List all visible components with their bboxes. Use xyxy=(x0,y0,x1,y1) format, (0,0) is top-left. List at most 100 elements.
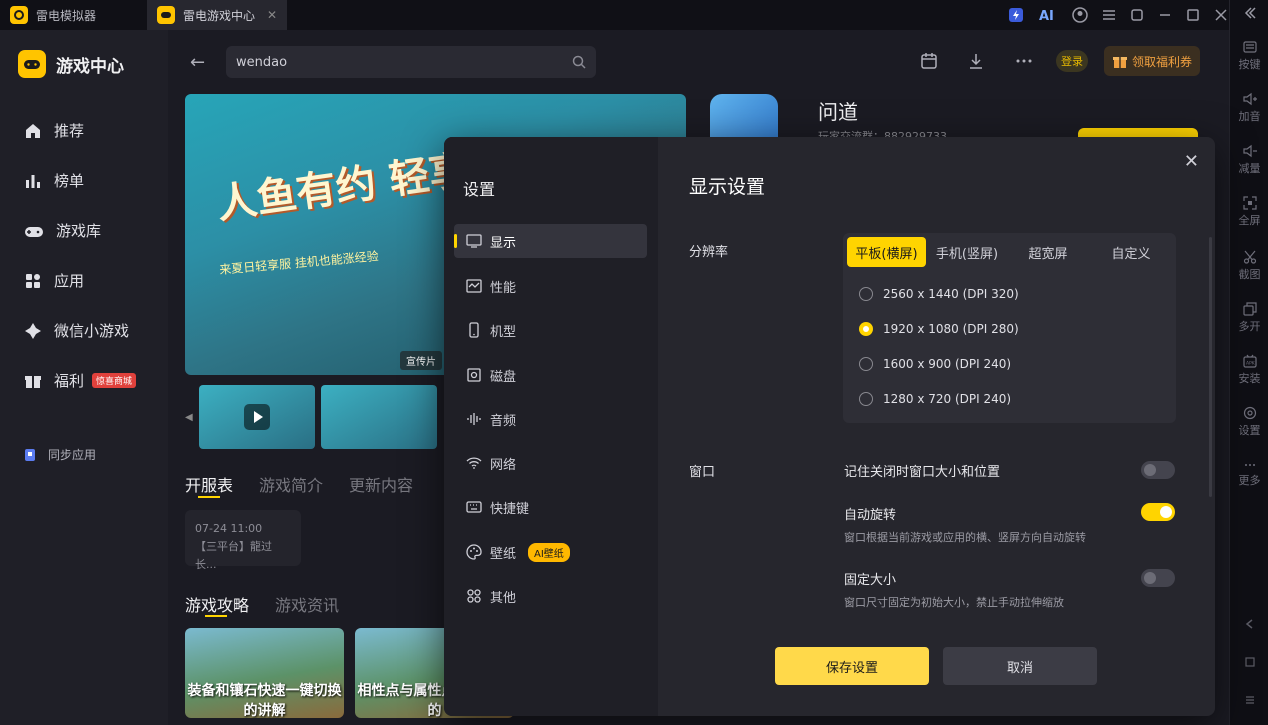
settings-menu-item-8[interactable]: 其他 xyxy=(454,579,647,613)
search-input[interactable]: wendao xyxy=(226,46,596,78)
resolution-option-0[interactable]: 2560 x 1440 (DPI 320) xyxy=(859,287,1019,301)
resolution-label: 分辨率 xyxy=(689,245,729,260)
settings-menu-item-6[interactable]: 快捷键 xyxy=(454,490,647,524)
option-remember-window: 记住关闭时窗口大小和位置 xyxy=(844,465,1001,480)
chart-icon xyxy=(24,172,42,190)
settings-menu-label: 音频 xyxy=(490,413,517,429)
sidebar-item-label: 微信小游戏 xyxy=(54,322,130,340)
cancel-button[interactable]: 取消 xyxy=(943,647,1097,685)
right-tool-8[interactable]: 更多 xyxy=(1230,460,1268,488)
tab-updates[interactable]: 更新内容 xyxy=(349,472,413,496)
collapse-icon[interactable] xyxy=(1230,6,1268,22)
settings-menu-item-5[interactable]: 网络 xyxy=(454,446,647,480)
tab-server-list[interactable]: 开服表 xyxy=(185,472,233,496)
right-tool-label: 多开 xyxy=(1238,320,1261,333)
radio-unselected-icon[interactable] xyxy=(859,357,873,371)
tab-emulator[interactable]: 雷电模拟器 xyxy=(0,0,145,30)
dialog-close-icon[interactable]: ✕ xyxy=(1184,151,1199,172)
sidebar-item-5[interactable]: 福利 惊喜商城 xyxy=(24,370,137,391)
tab-intro[interactable]: 游戏简介 xyxy=(259,472,323,496)
mall-badge: 惊喜商城 xyxy=(92,373,137,388)
window-label: 窗口 xyxy=(689,465,716,480)
back-nav-icon[interactable] xyxy=(1230,618,1268,632)
thumbnail-image[interactable] xyxy=(320,385,437,449)
sync-apps[interactable]: 同步应用 xyxy=(24,446,96,463)
settings-menu-item-0[interactable]: 显示 xyxy=(454,224,647,258)
resolution-option-3[interactable]: 1280 x 720 (DPI 240) xyxy=(859,392,1011,406)
right-tool-label: 更多 xyxy=(1238,474,1261,487)
sidebar-item-4[interactable]: 微信小游戏 xyxy=(24,320,129,341)
settings-menu-item-1[interactable]: 性能 xyxy=(454,269,647,303)
menu-icon[interactable] xyxy=(1102,9,1116,21)
volume-down-icon xyxy=(1230,144,1268,158)
sidebar-item-3[interactable]: 应用 xyxy=(24,270,84,291)
calendar-icon[interactable] xyxy=(920,52,938,70)
search-icon[interactable] xyxy=(572,55,586,69)
segment-custom[interactable]: 自定义 xyxy=(1090,237,1172,267)
settings-menu-item-4[interactable]: 音频 xyxy=(454,402,647,436)
gift-box-icon xyxy=(1112,57,1127,68)
tab-guides[interactable]: 游戏攻略 xyxy=(185,592,249,616)
save-settings-button[interactable]: 保存设置 xyxy=(775,647,929,685)
sidebar-item-label: 游戏库 xyxy=(56,222,102,240)
tab-game-center[interactable]: 雷电游戏中心 ✕ xyxy=(147,0,287,30)
server-card[interactable]: 07-24 11:00 【三平台】龍过长... xyxy=(185,510,301,571)
server-time: 07-24 11:00 xyxy=(195,522,263,535)
apps-icon xyxy=(24,272,42,290)
sidebar-item-2[interactable]: 游戏库 xyxy=(24,220,101,241)
resolution-label: 2560 x 1440 (DPI 320) xyxy=(883,287,1019,301)
ai-icon[interactable]: AI xyxy=(1038,7,1058,23)
radio-selected-icon[interactable] xyxy=(859,322,873,336)
promo-tag: 宣传片 xyxy=(400,351,442,370)
maximize-icon[interactable] xyxy=(1186,8,1200,22)
coupon-button[interactable]: 领取福利券 xyxy=(1104,46,1200,76)
sidebar-item-0[interactable]: 推荐 xyxy=(24,120,84,141)
login-button[interactable]: 登录 xyxy=(1056,50,1088,72)
tab-close-icon[interactable]: ✕ xyxy=(267,8,277,22)
user-icon[interactable] xyxy=(1072,7,1088,23)
right-tool-3[interactable]: 全屏 xyxy=(1230,196,1268,228)
tab-emulator-label: 雷电模拟器 xyxy=(36,8,97,23)
right-tool-7[interactable]: 设置 xyxy=(1230,406,1268,438)
sidebar-item-label: 推荐 xyxy=(54,122,85,140)
toggle-fixed-size[interactable] xyxy=(1141,569,1175,587)
guide-tabs: 游戏攻略 游戏资讯 xyxy=(185,592,339,616)
resolution-option-2[interactable]: 1600 x 900 (DPI 240) xyxy=(859,357,1011,371)
settings-menu-item-3[interactable]: 磁盘 xyxy=(454,358,647,392)
dialog-scrollbar[interactable] xyxy=(1209,237,1212,497)
settings-menu-item-2[interactable]: 机型 xyxy=(454,313,647,347)
radio-unselected-icon[interactable] xyxy=(859,287,873,301)
tab-news[interactable]: 游戏资讯 xyxy=(275,592,339,616)
right-tool-label: 截图 xyxy=(1238,268,1261,281)
right-tool-1[interactable]: 加音 xyxy=(1230,92,1268,124)
right-tool-6[interactable]: APK 安装 xyxy=(1230,354,1268,386)
audio-icon xyxy=(466,411,482,427)
more-dots-icon[interactable] xyxy=(1015,52,1033,70)
lightning-icon[interactable] xyxy=(1008,7,1024,23)
recent-nav-icon[interactable] xyxy=(1230,694,1268,708)
segment-tablet[interactable]: 平板(横屏) xyxy=(847,237,926,267)
guide-card[interactable]: 装备和镶石快速一键切换的讲解 xyxy=(185,628,344,718)
segment-phone[interactable]: 手机(竖屏) xyxy=(927,237,1007,267)
thumbnail-video[interactable] xyxy=(198,385,315,449)
radio-unselected-icon[interactable] xyxy=(859,392,873,406)
toggle-remember-window[interactable] xyxy=(1141,461,1175,479)
restore-icon[interactable] xyxy=(1130,8,1144,22)
sidebar-item-1[interactable]: 榜单 xyxy=(24,170,84,191)
segment-ultrawide[interactable]: 超宽屏 xyxy=(1008,237,1088,267)
home-nav-icon[interactable] xyxy=(1230,656,1268,670)
back-arrow-icon[interactable]: ← xyxy=(190,52,205,73)
close-icon[interactable] xyxy=(1214,8,1228,22)
minimize-icon[interactable] xyxy=(1158,8,1172,22)
toggle-auto-rotate[interactable] xyxy=(1141,503,1175,521)
right-tool-4[interactable]: 截图 xyxy=(1230,250,1268,282)
disk-icon xyxy=(466,367,482,383)
settings-menu-label: 快捷键 xyxy=(490,501,530,517)
resolution-option-1[interactable]: 1920 x 1080 (DPI 280) xyxy=(859,322,1019,336)
thumb-prev-icon[interactable]: ◀ xyxy=(185,412,193,423)
right-tool-5[interactable]: 多开 xyxy=(1230,302,1268,334)
right-tool-0[interactable]: 按键 xyxy=(1230,40,1268,72)
download-icon[interactable] xyxy=(967,52,985,70)
settings-menu-item-7[interactable]: 壁纸 AI壁纸 xyxy=(454,535,647,569)
right-tool-2[interactable]: 减量 xyxy=(1230,144,1268,176)
